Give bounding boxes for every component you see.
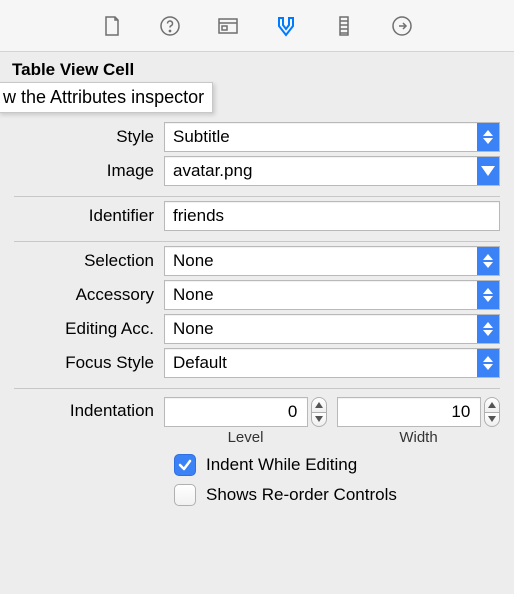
editing-acc-select[interactable]	[164, 314, 500, 344]
indent-width-sublabel: Width	[399, 429, 437, 446]
divider	[14, 388, 500, 389]
indent-level-stepper[interactable]	[311, 397, 327, 427]
focus-style-dropdown-toggle[interactable]	[477, 349, 499, 377]
image-select[interactable]	[164, 156, 500, 186]
identifier-input[interactable]	[164, 201, 500, 231]
tooltip: w the Attributes inspector	[0, 82, 213, 113]
file-icon[interactable]	[99, 13, 125, 39]
inspector-toolbar	[0, 0, 514, 52]
selection-select[interactable]	[164, 246, 500, 276]
focus-style-label: Focus Style	[14, 353, 154, 373]
editing-acc-dropdown-toggle[interactable]	[477, 315, 499, 343]
indent-level-sublabel: Level	[228, 429, 264, 446]
shows-reorder-label: Shows Re-order Controls	[206, 485, 397, 505]
identifier-label: Identifier	[14, 206, 154, 226]
indent-while-editing-label: Indent While Editing	[206, 455, 357, 475]
divider	[14, 196, 500, 197]
divider	[14, 241, 500, 242]
indentation-label: Indentation	[14, 397, 154, 421]
indent-while-editing-checkbox[interactable]	[174, 454, 196, 476]
indent-width-stepper[interactable]	[484, 397, 500, 427]
selection-dropdown-toggle[interactable]	[477, 247, 499, 275]
style-label: Style	[14, 127, 154, 147]
section-title: Table View Cell	[12, 60, 134, 80]
focus-style-select[interactable]	[164, 348, 500, 378]
style-select[interactable]	[164, 122, 500, 152]
shows-reorder-checkbox[interactable]	[174, 484, 196, 506]
accessory-dropdown-toggle[interactable]	[477, 281, 499, 309]
image-label: Image	[14, 161, 154, 181]
indent-level-input[interactable]	[164, 397, 308, 427]
stepper-up[interactable]	[484, 397, 500, 412]
style-dropdown-toggle[interactable]	[477, 123, 499, 151]
indent-width-input[interactable]	[337, 397, 481, 427]
help-icon[interactable]	[157, 13, 183, 39]
attributes-icon[interactable]	[273, 13, 299, 39]
accessory-select[interactable]	[164, 280, 500, 310]
stepper-up[interactable]	[311, 397, 327, 412]
connections-icon[interactable]	[389, 13, 415, 39]
image-dropdown-toggle[interactable]	[477, 157, 499, 185]
size-icon[interactable]	[331, 13, 357, 39]
selection-label: Selection	[14, 251, 154, 271]
editing-acc-label: Editing Acc.	[14, 319, 154, 339]
identity-icon[interactable]	[215, 13, 241, 39]
stepper-down[interactable]	[484, 412, 500, 428]
stepper-down[interactable]	[311, 412, 327, 428]
accessory-label: Accessory	[14, 285, 154, 305]
